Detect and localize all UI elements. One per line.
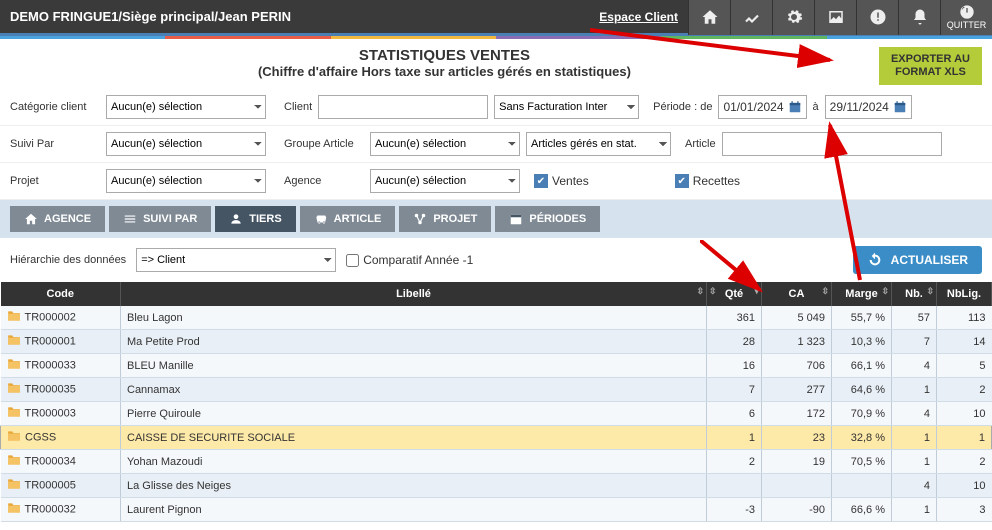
calendar-icon	[893, 100, 907, 114]
th-libelle[interactable]: Libellé⇳	[121, 282, 707, 306]
page-title: STATISTIQUES VENTES	[10, 47, 879, 64]
table-row[interactable]: TR000005La Glisse des Neiges410	[1, 474, 992, 498]
espace-client-link[interactable]: Espace Client	[599, 10, 678, 24]
actualiser-button[interactable]: ACTUALISER	[853, 246, 982, 274]
page-header: STATISTIQUES VENTES (Chiffre d'affaire H…	[0, 39, 992, 89]
calendar-icon	[788, 100, 802, 114]
date-to-input[interactable]: 29/11/2024	[825, 95, 912, 119]
th-nblig[interactable]: NbLig.	[937, 282, 992, 306]
topbar-icons: QUITTER	[688, 0, 992, 35]
th-marge[interactable]: Marge⇳	[832, 282, 892, 306]
table-row[interactable]: TR000032Laurent Pignon-3-9066,6 %13	[1, 498, 992, 522]
folder-icon	[7, 430, 21, 445]
quit-label: QUITTER	[947, 20, 987, 30]
hierarchy-row: Hiérarchie des données => Client Compara…	[0, 238, 992, 282]
hierarchy-select[interactable]: => Client	[136, 248, 336, 272]
a-label: à	[813, 101, 819, 113]
agence-label: Agence	[284, 175, 364, 187]
filter-row-2: Suivi Par Aucun(e) sélection Groupe Arti…	[0, 126, 992, 163]
filter-row-1: Catégorie client Aucun(e) sélection Clie…	[0, 89, 992, 126]
breadcrumb: DEMO FRINGUE1/Siège principal/Jean PERIN	[0, 9, 291, 24]
th-qte[interactable]: ⇳Qté▾	[707, 282, 762, 306]
folder-icon	[7, 358, 21, 373]
topbar: DEMO FRINGUE1/Siège principal/Jean PERIN…	[0, 0, 992, 36]
projet-select[interactable]: Aucun(e) sélection	[106, 169, 266, 193]
filter-row-3: Projet Aucun(e) sélection Agence Aucun(e…	[0, 163, 992, 200]
th-code[interactable]: Code	[1, 282, 121, 306]
folder-icon	[7, 310, 21, 325]
folder-icon	[7, 454, 21, 469]
table-row[interactable]: TR000035Cannamax727764,6 %12	[1, 378, 992, 402]
table-row[interactable]: TR000002Bleu Lagon3615 04955,7 %57113	[1, 306, 992, 330]
suivi-par-label: Suivi Par	[10, 138, 100, 150]
article-label: Article	[685, 138, 716, 150]
tab-tiers[interactable]: TIERS	[215, 206, 295, 232]
gear-icon[interactable]	[772, 0, 814, 35]
client-label: Client	[284, 101, 312, 113]
folder-icon	[7, 334, 21, 349]
th-ca[interactable]: CA⇳	[762, 282, 832, 306]
th-nb[interactable]: Nb.⇳	[892, 282, 937, 306]
folder-icon	[7, 502, 21, 517]
export-xls-button[interactable]: EXPORTER AU FORMAT XLS	[879, 47, 982, 85]
tab-article[interactable]: ARTICLE	[300, 206, 396, 232]
folder-icon	[7, 382, 21, 397]
gestion-stat-select[interactable]: Articles gérés en stat.	[526, 132, 671, 156]
date-from-input[interactable]: 01/01/2024	[718, 95, 806, 119]
tab-suivi-par[interactable]: SUIVI PAR	[109, 206, 211, 232]
image-icon[interactable]	[814, 0, 856, 35]
categorie-client-select[interactable]: Aucun(e) sélection	[106, 95, 266, 119]
article-input[interactable]	[722, 132, 942, 156]
table-row[interactable]: CGSSCAISSE DE SECURITE SOCIALE12332,8 %1…	[1, 426, 992, 450]
categorie-client-label: Catégorie client	[10, 101, 100, 113]
alert-icon[interactable]	[856, 0, 898, 35]
ventes-checkbox[interactable]: ✔Ventes	[534, 174, 589, 188]
table-row[interactable]: TR000003Pierre Quiroule617270,9 %410	[1, 402, 992, 426]
comparatif-checkbox[interactable]: Comparatif Année -1	[346, 253, 473, 267]
tab-projet[interactable]: PROJET	[399, 206, 491, 232]
facturation-select[interactable]: Sans Facturation Inter	[494, 95, 639, 119]
tab-agence[interactable]: AGENCE	[10, 206, 105, 232]
dimension-tabs: AGENCE SUIVI PAR TIERS ARTICLE PROJET PÉ…	[0, 200, 992, 238]
projet-label: Projet	[10, 175, 100, 187]
table-row[interactable]: TR000034Yohan Mazoudi21970,5 %12	[1, 450, 992, 474]
tab-periodes[interactable]: PÉRIODES	[495, 206, 600, 232]
suivi-par-select[interactable]: Aucun(e) sélection	[106, 132, 266, 156]
table-row[interactable]: TR000001Ma Petite Prod281 32310,3 %714	[1, 330, 992, 354]
periode-label: Période : de	[653, 101, 712, 113]
client-input[interactable]	[318, 95, 488, 119]
folder-icon	[7, 478, 21, 493]
groupe-article-label: Groupe Article	[284, 138, 364, 150]
home-icon[interactable]	[688, 0, 730, 35]
chart-icon[interactable]	[730, 0, 772, 35]
recettes-checkbox[interactable]: ✔Recettes	[675, 174, 740, 188]
hierarchy-label: Hiérarchie des données	[10, 254, 126, 266]
results-table: Code Libellé⇳ ⇳Qté▾ CA⇳ Marge⇳ Nb.⇳ NbLi…	[0, 282, 992, 522]
quit-button[interactable]: QUITTER	[940, 0, 992, 35]
agence-select[interactable]: Aucun(e) sélection	[370, 169, 520, 193]
bell-icon[interactable]	[898, 0, 940, 35]
folder-icon	[7, 406, 21, 421]
groupe-article-select[interactable]: Aucun(e) sélection	[370, 132, 520, 156]
table-row[interactable]: TR000033BLEU Manille1670666,1 %45	[1, 354, 992, 378]
page-subtitle: (Chiffre d'affaire Hors taxe sur article…	[10, 64, 879, 79]
